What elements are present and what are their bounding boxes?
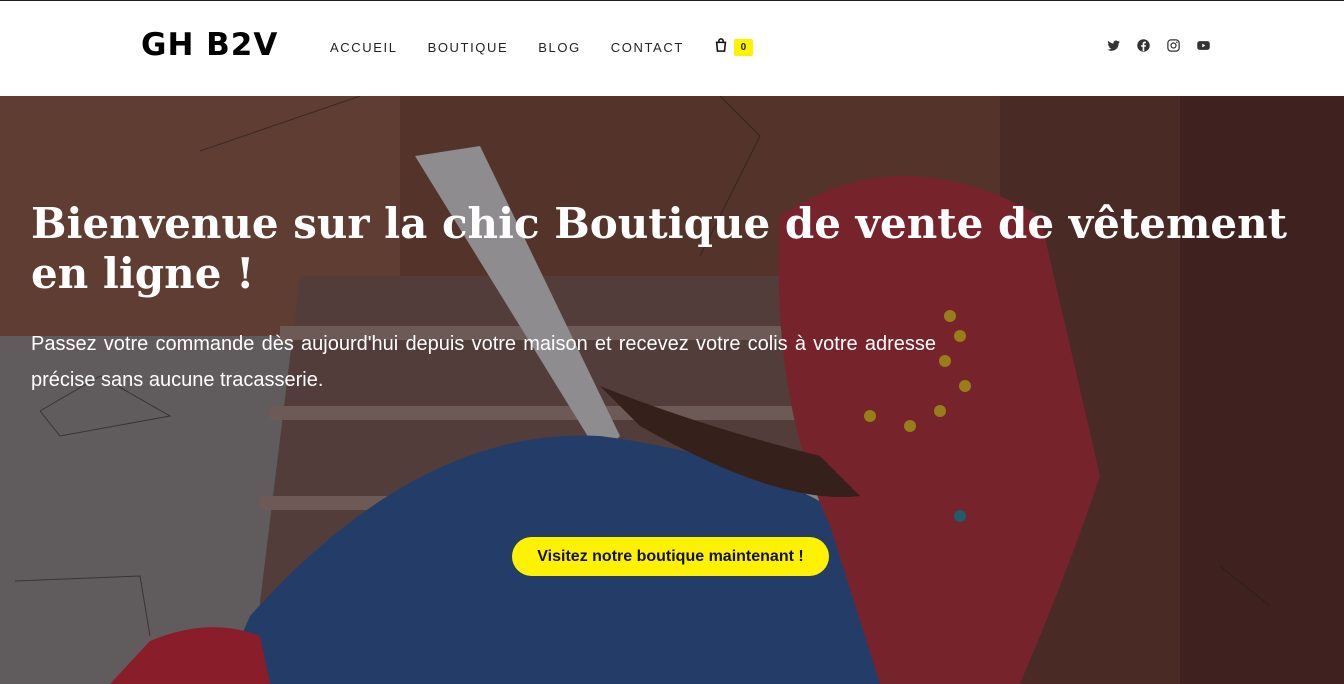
nav-item-boutique[interactable]: BOUTIQUE xyxy=(428,40,509,55)
twitter-icon[interactable] xyxy=(1106,38,1121,53)
nav-item-blog[interactable]: BLOG xyxy=(538,40,581,55)
hero-banner: Bienvenue sur la chic Boutique de vente … xyxy=(0,96,1344,684)
visit-shop-button[interactable]: Visitez notre boutique maintenant ! xyxy=(512,537,829,576)
instagram-icon[interactable] xyxy=(1166,38,1181,53)
facebook-icon[interactable] xyxy=(1136,38,1151,53)
hero-title: Bienvenue sur la chic Boutique de vente … xyxy=(31,199,1288,298)
nav-item-contact[interactable]: CONTACT xyxy=(611,40,684,55)
hero-description: Passez votre commande dès aujourd'hui de… xyxy=(31,333,936,391)
cart-count-badge: 0 xyxy=(733,39,753,56)
social-links xyxy=(1106,38,1226,53)
youtube-icon[interactable] xyxy=(1196,38,1211,53)
site-header: GH B2V ACCUEIL BOUTIQUE BLOG CONTACT 0 xyxy=(0,1,1344,96)
cart-button[interactable]: 0 xyxy=(714,38,753,57)
nav-item-accueil[interactable]: ACCUEIL xyxy=(330,40,398,55)
shopping-bag-icon xyxy=(714,38,728,57)
main-nav: ACCUEIL BOUTIQUE BLOG CONTACT 0 xyxy=(330,38,753,57)
site-logo[interactable]: GH B2V xyxy=(141,27,278,63)
